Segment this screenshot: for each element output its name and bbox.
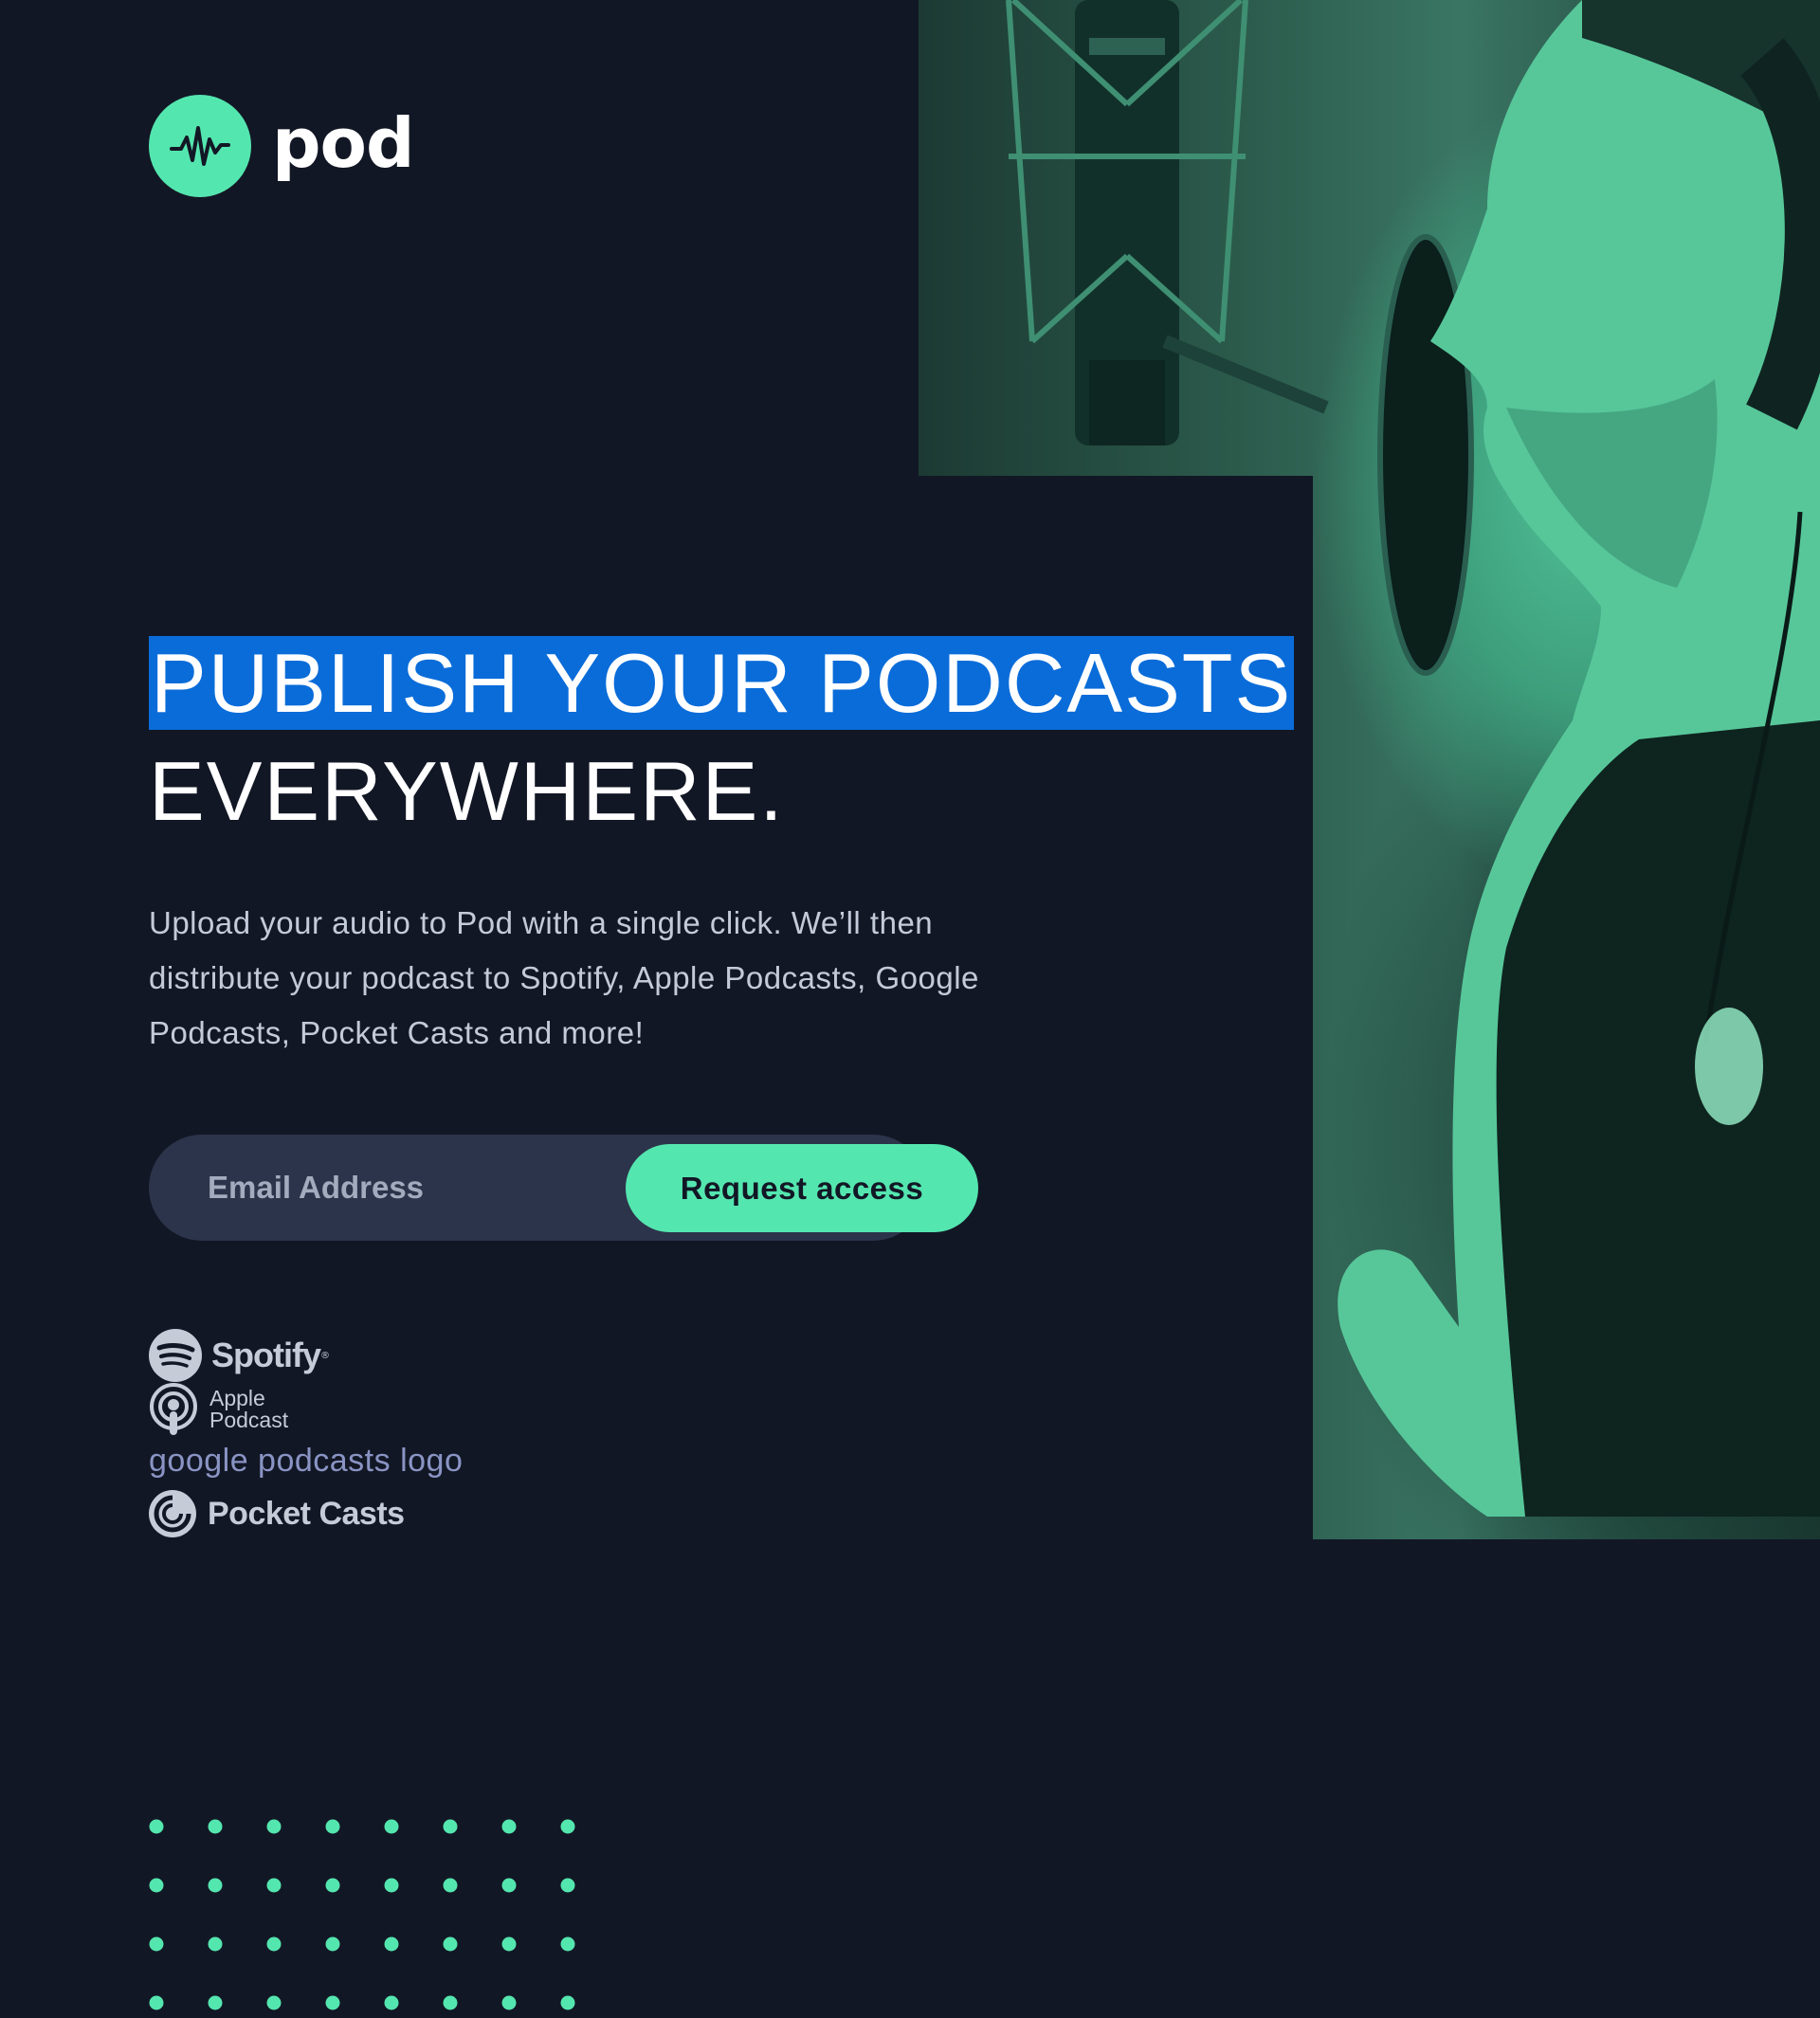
request-access-button[interactable]: Request access — [626, 1144, 978, 1232]
page-title: PUBLISH YOUR PODCASTS EVERYWHERE. — [149, 629, 1295, 845]
waveform-icon — [149, 95, 251, 197]
brand-name: pod — [272, 103, 415, 183]
brand-logo[interactable]: pod — [149, 95, 415, 197]
headline-line-2: EVERYWHERE. — [149, 744, 785, 838]
spotify-icon — [149, 1329, 202, 1382]
apple-line-2: Podcast — [209, 1408, 289, 1432]
dot-pattern — [149, 1819, 575, 2010]
apple-podcast-logo: Apple Podcast — [149, 1382, 288, 1437]
google-podcasts-logo: google podcasts logo — [149, 1443, 464, 1479]
pocket-casts-icon — [149, 1490, 196, 1537]
email-input[interactable] — [208, 1135, 606, 1241]
pocket-casts-name: Pocket Casts — [208, 1495, 405, 1532]
pocket-casts-logo: Pocket Casts — [149, 1490, 405, 1537]
apple-podcast-icon — [150, 1383, 197, 1435]
spotify-name: Spotify — [211, 1336, 321, 1374]
trademark-mark: ® — [320, 1350, 330, 1361]
spotify-logo: Spotify ® — [149, 1329, 330, 1382]
hero-description: Upload your audio to Pod with a single c… — [149, 905, 979, 1050]
apple-podcast-name: Apple Podcast — [209, 1388, 288, 1431]
headline-line-1: PUBLISH YOUR PODCASTS — [149, 636, 1295, 730]
